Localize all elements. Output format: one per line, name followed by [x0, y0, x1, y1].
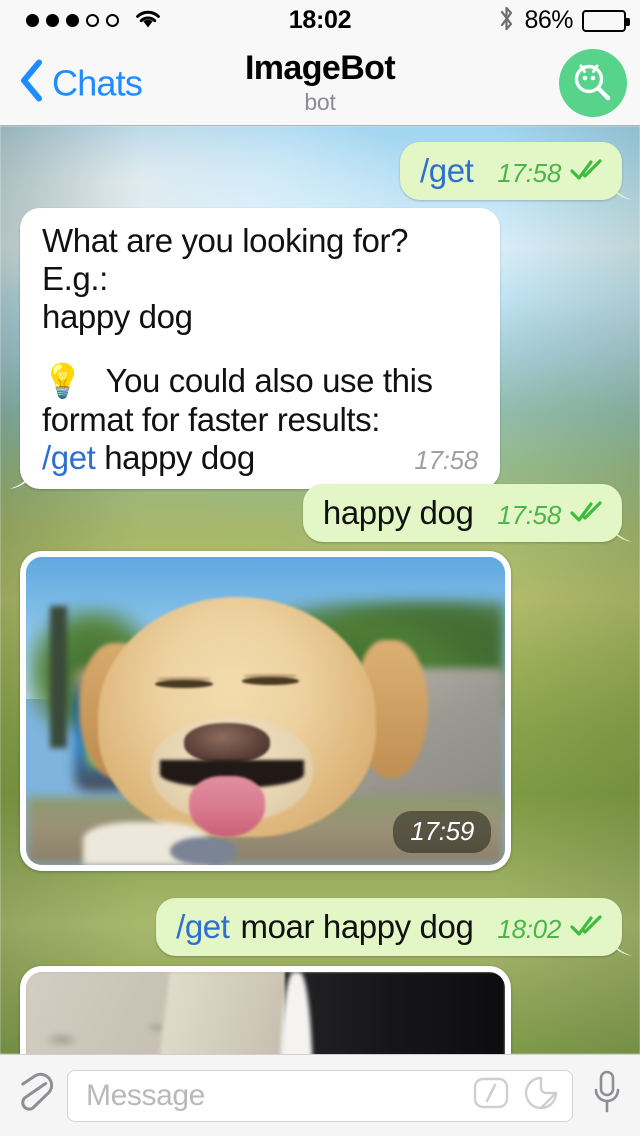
command-link[interactable]: /get [42, 439, 96, 476]
message-bubble-outgoing[interactable]: /get moar happy dog 18:02 [156, 898, 622, 956]
bluetooth-icon [498, 5, 515, 37]
slash-command-icon[interactable] [472, 1074, 510, 1117]
photo-layer-dog-body [284, 972, 505, 1054]
message-row-outgoing[interactable]: happy dog 17:58 [302, 484, 622, 542]
message-row-outgoing[interactable]: /get 17:58 [399, 142, 622, 200]
attach-button[interactable] [0, 1069, 67, 1122]
bot-magnifier-icon [569, 57, 617, 110]
chat-screen: 18:02 86% Chats ImageBot bot /get 17:58 … [0, 0, 640, 1136]
message-row-outgoing[interactable]: /get moar happy dog 18:02 [156, 898, 622, 956]
photo-layer-post [49, 606, 67, 748]
photo-timestamp: 17:59 [393, 811, 491, 853]
message-bubble-outgoing[interactable]: happy dog 17:58 [302, 484, 622, 542]
bubble-text-line: You could also use this [105, 362, 433, 399]
photo-thumbnail[interactable]: 17:59 [26, 557, 505, 865]
status-bar-right: 86% [498, 5, 630, 37]
message-input[interactable] [86, 1078, 472, 1113]
battery-icon [582, 9, 630, 32]
double-check-icon [570, 908, 604, 946]
bubble-example-text: /get happy dog [42, 439, 255, 477]
message-row-incoming[interactable]: What are you looking for? E.g.: happy do… [20, 208, 500, 489]
bubble-text-line: format for faster results: [42, 401, 381, 438]
photo-layer-dog-eye-left [155, 680, 213, 688]
message-bubble-photo[interactable] [20, 966, 511, 1054]
paperclip-icon [13, 1069, 55, 1122]
voice-record-button[interactable] [573, 1068, 640, 1123]
photo-thumbnail[interactable] [26, 972, 505, 1054]
status-bar: 18:02 86% [0, 0, 640, 41]
message-bubble-photo[interactable]: 17:59 [20, 551, 511, 871]
chat-message-list[interactable]: /get 17:58 What are you looking for? E.g… [0, 126, 640, 1054]
back-button-label: Chats [52, 62, 143, 103]
bubble-tip-line: 💡 You could also use this [42, 362, 478, 401]
bubble-text-line: happy dog [104, 439, 255, 476]
battery-percent-label: 86% [524, 6, 573, 34]
microphone-icon [590, 1068, 624, 1123]
photo-image [26, 972, 505, 1054]
command-link[interactable]: /get [420, 152, 474, 190]
message-input-wrapper[interactable] [67, 1069, 573, 1122]
chevron-left-icon [18, 59, 44, 108]
message-input-bar [0, 1054, 640, 1136]
avatar[interactable] [559, 49, 627, 117]
sticker-icon[interactable] [522, 1074, 560, 1117]
bubble-blank-line [42, 336, 478, 362]
bubble-last-line: /get happy dog 17:58 [42, 439, 478, 477]
back-to-chats-button[interactable]: Chats [18, 59, 143, 108]
bubble-text-line: happy dog [42, 298, 193, 335]
photo-layer-dog-nose [184, 723, 271, 764]
messages-container: /get 17:58 What are you looking for? E.g… [0, 126, 640, 1054]
message-text: happy dog [322, 494, 474, 531]
message-timestamp: 17:58 [497, 500, 561, 530]
double-check-icon [570, 494, 604, 532]
message-text: moar happy dog [240, 908, 474, 945]
navigation-bar: Chats ImageBot bot [0, 41, 640, 126]
message-timestamp: 18:02 [497, 914, 561, 944]
bubble-text-line: What are you looking for? E.g.: [42, 222, 409, 297]
message-timestamp: 17:58 [414, 445, 478, 475]
lightbulb-icon: 💡 [42, 362, 83, 399]
message-timestamp: 17:58 [497, 158, 561, 188]
photo-layer-dog-eye-right [241, 677, 300, 685]
message-bubble-incoming[interactable]: What are you looking for? E.g.: happy do… [20, 208, 500, 489]
input-accessory-icons [472, 1074, 560, 1117]
message-bubble-outgoing[interactable]: /get 17:58 [399, 142, 622, 200]
photo-layer-dog-collar [169, 837, 237, 865]
double-check-icon [570, 152, 604, 190]
command-link[interactable]: /get [176, 908, 230, 946]
